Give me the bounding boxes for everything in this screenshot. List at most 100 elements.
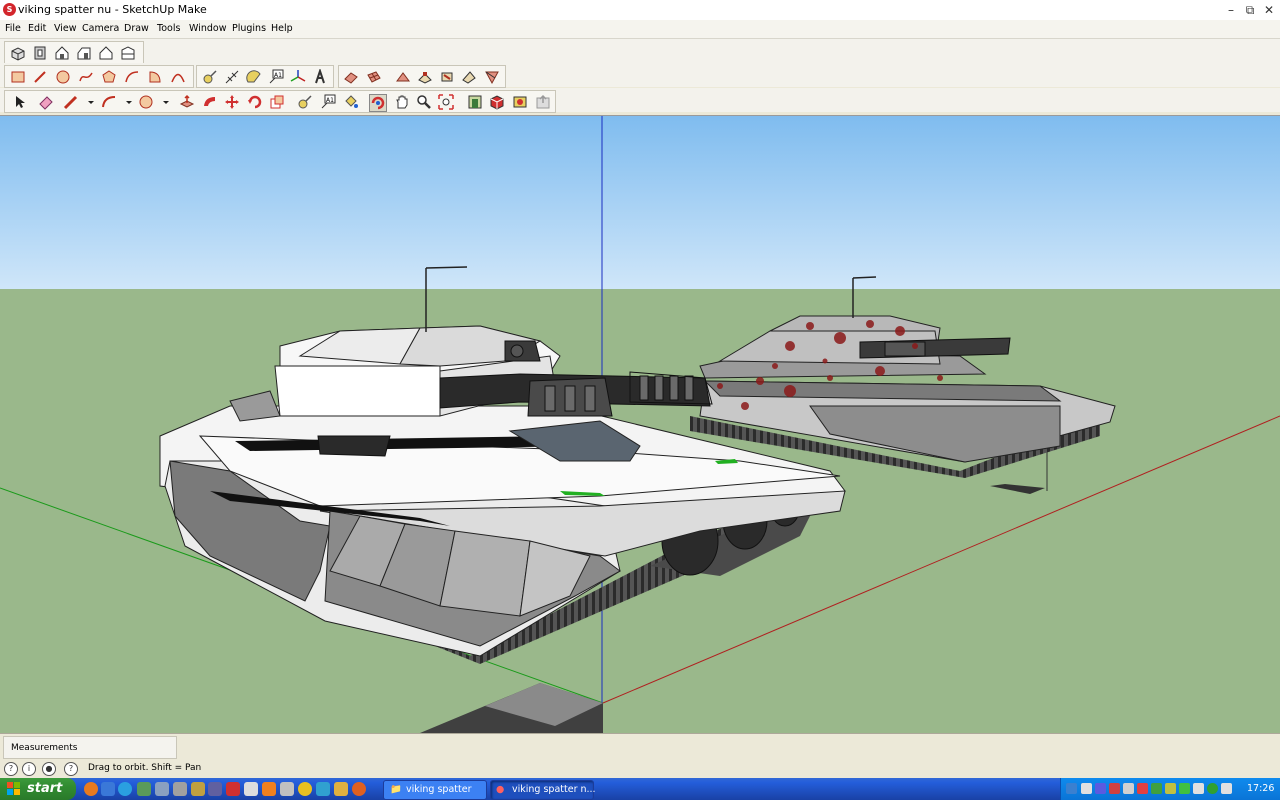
paint-bucket-icon[interactable]	[343, 94, 359, 110]
tape-icon[interactable]	[297, 94, 313, 110]
menu-draw[interactable]: Draw	[124, 23, 149, 34]
chevron-down-icon[interactable]	[121, 94, 132, 110]
messenger-icon[interactable]	[137, 782, 151, 796]
text-label-icon[interactable]: A1	[320, 94, 336, 110]
task-viking-spatter[interactable]: 📁 viking spatter	[383, 780, 487, 800]
menu-window[interactable]: Window	[189, 23, 226, 34]
minimize-button[interactable]: –	[1222, 2, 1240, 18]
shape-tool-icon[interactable]	[138, 94, 154, 110]
folder-icon[interactable]	[155, 782, 169, 796]
chevron-down-icon[interactable]	[83, 94, 94, 110]
back-view-icon[interactable]	[98, 45, 114, 61]
freehand-icon[interactable]	[78, 69, 94, 85]
dimension-icon[interactable]	[224, 69, 240, 85]
arc-tool-icon[interactable]	[101, 94, 117, 110]
explorer-icon[interactable]	[173, 782, 187, 796]
task-viking-spatter-nu[interactable]: ● viking spatter n...	[490, 780, 596, 800]
axes-icon[interactable]	[290, 69, 306, 85]
app-icon[interactable]	[316, 782, 330, 796]
help-icon[interactable]: ?	[64, 762, 78, 776]
eraser-icon[interactable]	[38, 94, 54, 110]
drape-icon[interactable]	[439, 69, 455, 85]
line-icon[interactable]	[32, 69, 48, 85]
arc-icon[interactable]	[124, 69, 140, 85]
app-icon[interactable]	[191, 782, 205, 796]
tray-icon[interactable]	[1081, 783, 1092, 794]
app-icon[interactable]	[280, 782, 294, 796]
network-icon[interactable]	[1193, 783, 1204, 794]
circle-icon[interactable]	[55, 69, 71, 85]
ie-icon[interactable]	[101, 782, 115, 796]
app-icon[interactable]	[244, 782, 258, 796]
pie-icon[interactable]	[147, 69, 163, 85]
iso-view-icon[interactable]	[10, 45, 26, 61]
follow-me-icon[interactable]	[202, 94, 218, 110]
menu-view[interactable]: View	[54, 23, 77, 34]
firefox-icon[interactable]	[352, 782, 366, 796]
pencil-icon[interactable]	[63, 94, 79, 110]
shield-icon[interactable]	[1137, 783, 1148, 794]
credits-icon[interactable]: i	[22, 762, 36, 776]
protractor-icon[interactable]	[246, 69, 262, 85]
menu-tools[interactable]: Tools	[157, 23, 180, 34]
volume-icon[interactable]	[1221, 783, 1232, 794]
tape-measure-icon[interactable]	[202, 69, 218, 85]
start-button[interactable]: start	[0, 778, 76, 800]
model-viewport[interactable]	[0, 115, 1280, 733]
tray-icon[interactable]	[1165, 783, 1176, 794]
push-pull-icon[interactable]	[179, 94, 195, 110]
add-detail-icon[interactable]	[461, 69, 477, 85]
tray-icon[interactable]	[1179, 783, 1190, 794]
measurements-box[interactable]: Measurements	[3, 736, 177, 759]
menu-plugins[interactable]: Plugins	[232, 23, 266, 34]
chevron-down-icon[interactable]	[158, 94, 169, 110]
scale-icon[interactable]	[269, 94, 285, 110]
user-icon[interactable]: ●	[42, 762, 56, 776]
share-model-icon[interactable]	[535, 94, 551, 110]
3d-text-icon[interactable]	[312, 69, 328, 85]
two-point-arc-icon[interactable]	[170, 69, 186, 85]
front-view-icon[interactable]	[54, 45, 70, 61]
rotate-icon[interactable]	[247, 94, 263, 110]
browser-icon[interactable]	[118, 782, 132, 796]
stamp-icon[interactable]	[417, 69, 433, 85]
app-icon[interactable]	[208, 782, 222, 796]
text-icon[interactable]: A1	[268, 69, 284, 85]
zoom-extents-icon[interactable]	[438, 94, 454, 110]
flip-edge-icon[interactable]	[484, 69, 500, 85]
move-icon[interactable]	[224, 94, 240, 110]
orbit-icon[interactable]	[369, 94, 387, 112]
layout-icon[interactable]	[512, 94, 528, 110]
firefox-icon[interactable]	[84, 782, 98, 796]
app-icon[interactable]	[226, 782, 240, 796]
top-view-icon[interactable]	[32, 45, 48, 61]
3d-warehouse-icon[interactable]	[467, 94, 483, 110]
restore-button[interactable]: ⧉	[1241, 2, 1259, 18]
app-icon[interactable]	[334, 782, 348, 796]
menu-file[interactable]: File	[5, 23, 21, 34]
menu-help[interactable]: Help	[271, 23, 293, 34]
select-icon[interactable]	[12, 94, 28, 110]
extension-warehouse-icon[interactable]	[489, 94, 505, 110]
menu-edit[interactable]: Edit	[28, 23, 46, 34]
smoove-icon[interactable]	[395, 69, 411, 85]
close-button[interactable]: ✕	[1260, 2, 1278, 18]
menu-camera[interactable]: Camera	[82, 23, 119, 34]
pan-icon[interactable]	[394, 94, 410, 110]
sandbox-from-scratch-icon[interactable]	[366, 69, 382, 85]
tray-icon[interactable]	[1123, 783, 1134, 794]
right-view-icon[interactable]	[76, 45, 92, 61]
polygon-icon[interactable]	[101, 69, 117, 85]
left-view-icon[interactable]	[120, 45, 136, 61]
vlc-icon[interactable]	[262, 782, 276, 796]
rectangle-icon[interactable]	[10, 69, 26, 85]
tray-icon[interactable]	[1095, 783, 1106, 794]
tray-icon[interactable]	[1109, 783, 1120, 794]
zoom-icon[interactable]	[416, 94, 432, 110]
geo-location-icon[interactable]: ?	[4, 762, 18, 776]
sandbox-from-contours-icon[interactable]	[343, 69, 359, 85]
tray-icon[interactable]	[1207, 783, 1218, 794]
tray-icon[interactable]	[1066, 783, 1077, 794]
tray-icon[interactable]	[1151, 783, 1162, 794]
chrome-icon[interactable]	[298, 782, 312, 796]
